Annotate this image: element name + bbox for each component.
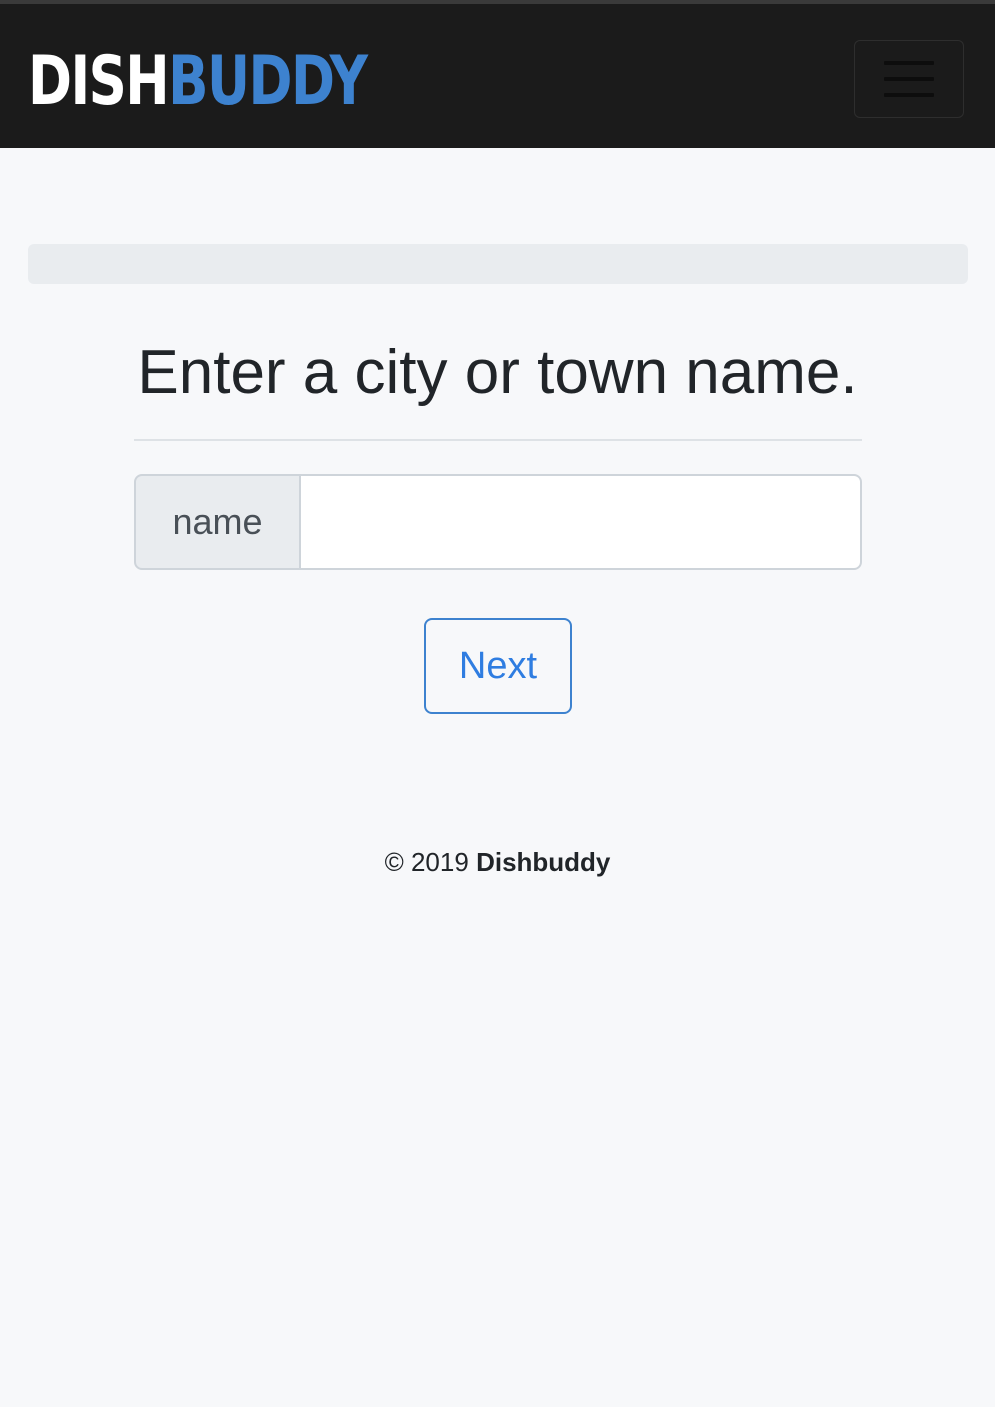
progress-bar <box>28 244 968 284</box>
brand-logo-dish: DISH <box>28 42 170 121</box>
city-input-label: name <box>134 474 300 570</box>
hamburger-icon <box>884 61 934 65</box>
brand-logo[interactable]: DISH BUDDY <box>28 42 368 122</box>
heading-divider <box>134 439 862 441</box>
city-name-input[interactable] <box>300 474 862 570</box>
city-input-group: name <box>134 474 862 570</box>
footer: © 2019 Dishbuddy <box>0 842 995 882</box>
hamburger-icon-bar <box>884 93 934 97</box>
footer-copyright: © 2019 <box>384 847 469 877</box>
top-navbar: DISH BUDDY <box>0 0 995 148</box>
footer-brand: Dishbuddy <box>476 847 611 877</box>
next-button[interactable]: Next <box>424 618 572 714</box>
hamburger-icon-bar <box>884 77 934 81</box>
page-heading: Enter a city or town name. <box>137 338 858 407</box>
brand-logo-buddy: BUDDY <box>168 42 368 121</box>
menu-toggle-button[interactable] <box>854 40 964 118</box>
